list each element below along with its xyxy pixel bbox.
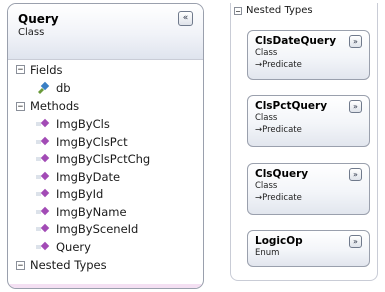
member-label: ImgByClsPct (56, 134, 128, 149)
member-method[interactable]: ImgByDate (8, 168, 203, 186)
member-method[interactable]: ImgBySceneId (8, 221, 203, 239)
expand-chevron-icon[interactable]: » (349, 35, 362, 48)
section-methods[interactable]: − Methods (8, 97, 203, 116)
section-nested-types[interactable]: − Nested Types (8, 256, 203, 275)
member-field-db[interactable]: db (8, 79, 203, 97)
expand-chevron-icon[interactable]: » (349, 100, 362, 113)
section-fields[interactable]: − Fields (8, 60, 203, 79)
nested-type-base: →Predicate (255, 193, 302, 203)
collapse-section-icon[interactable]: − (234, 6, 242, 15)
method-icon (36, 206, 50, 215)
collapse-section-icon[interactable]: − (16, 260, 25, 270)
nested-type-base: →Predicate (255, 60, 302, 70)
method-icon (36, 241, 50, 250)
nested-type-logicop[interactable]: LogicOp Enum » (247, 230, 370, 267)
class-header: Query Class « (8, 4, 203, 60)
method-icon (36, 154, 50, 163)
method-icon (36, 189, 50, 198)
nested-types-panel: − Nested Types ClsDateQuery Class →Predi… (230, 3, 378, 281)
nested-type-kind: Class (255, 181, 278, 191)
method-icon (36, 136, 50, 145)
nested-type-kind: Class (255, 113, 278, 123)
member-label: ImgByDate (56, 169, 121, 184)
section-label: Fields (30, 62, 63, 77)
section-label: Nested Types (246, 5, 313, 16)
member-label: ImgByName (56, 204, 127, 219)
nested-type-base: →Predicate (255, 125, 302, 135)
member-method[interactable]: ImgByClsPct (8, 133, 203, 151)
collapse-section-icon[interactable]: − (16, 101, 25, 111)
collapse-section-icon[interactable]: − (16, 65, 25, 75)
member-method[interactable]: Query (8, 238, 203, 256)
method-icon (36, 171, 50, 180)
collapse-chevron-icon[interactable]: « (178, 11, 193, 26)
method-icon (36, 224, 50, 233)
member-label: ImgByCls (56, 117, 110, 132)
class-title: Query (18, 12, 59, 26)
member-method[interactable]: ImgByClsPctChg (8, 151, 203, 169)
member-list: − Fields db − Methods ImgByCls ImgByClsP… (8, 60, 203, 275)
nested-type-clsdatequery[interactable]: ClsDateQuery Class →Predicate » (247, 30, 370, 80)
member-method[interactable]: ImgByCls (8, 116, 203, 134)
field-icon (38, 81, 50, 94)
member-label: db (56, 80, 71, 95)
member-label: ImgById (56, 187, 104, 202)
nested-type-clspctquery[interactable]: ClsPctQuery Class →Predicate » (247, 95, 370, 147)
class-kind: Class (18, 27, 45, 38)
nested-type-kind: Enum (255, 248, 280, 258)
member-label: Query (56, 239, 91, 254)
nested-types-header[interactable]: − Nested Types (234, 5, 313, 16)
class-shape-query[interactable]: Query Class « − Fields db − Methods ImgB… (7, 3, 204, 289)
section-label: Methods (30, 99, 80, 113)
member-method[interactable]: ImgById (8, 186, 203, 204)
accent-strip (8, 284, 203, 288)
method-icon (36, 119, 50, 128)
member-label: ImgBySceneId (56, 222, 139, 237)
expand-chevron-icon[interactable]: » (349, 168, 362, 181)
nested-type-kind: Class (255, 48, 278, 58)
nested-type-clsquery[interactable]: ClsQuery Class →Predicate » (247, 163, 370, 215)
member-method[interactable]: ImgByName (8, 203, 203, 221)
expand-chevron-icon[interactable]: » (349, 235, 362, 248)
section-label: Nested Types (30, 258, 107, 272)
member-label: ImgByClsPctChg (56, 152, 151, 167)
